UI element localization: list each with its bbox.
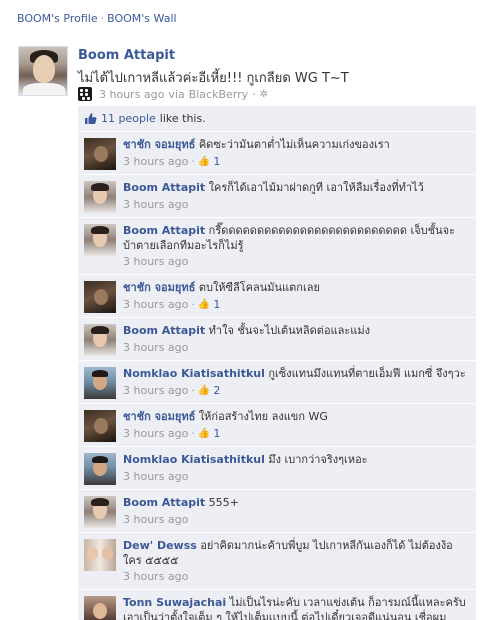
commenter-avatar[interactable] [84,496,116,528]
post-author-name[interactable]: Boom Attapit [78,48,175,63]
comment-timestamp[interactable]: 3 hours ago [123,513,188,526]
comment-meta: 3 hours ago [123,470,188,483]
commenter-name[interactable]: Boom Attapit [123,224,205,237]
comment-text: 555+ [208,496,239,509]
commenter-avatar[interactable] [84,181,116,213]
comment-meta: 3 hours ago · 👍 1 [123,155,221,168]
gear-icon[interactable]: ✲ [260,89,268,100]
comment-item: Nomklao Kiatisathitkul มึง เบากว่าจริงๆเ… [78,447,476,490]
thumbs-up-icon [84,112,97,125]
comment-item: ชาชัก จอมยุทธ์ คิดซะว่ามันตาต่ำไม่เห็นคว… [78,132,476,175]
comment-timestamp[interactable]: 3 hours ago [123,198,188,211]
comment-text: ใครก็ได้เอาไม้มาฝาดกูที เอาให้ลืมเรื่องท… [208,181,424,194]
post-author-avatar[interactable] [18,46,68,96]
commenter-avatar[interactable] [84,324,116,356]
commenter-name[interactable]: ชาชัก จอมยุทธ์ [123,281,195,294]
comment-meta: 3 hours ago [123,570,188,583]
thumbs-up-icon: 👍 [197,428,211,439]
comment-meta: 3 hours ago [123,255,188,268]
comment-item: Boom Attapit 555+ 3 hours ago [78,490,476,533]
commenter-name[interactable]: Nomklao Kiatisathitkul [123,453,265,466]
comment-timestamp[interactable]: 3 hours ago [123,570,188,583]
comment-timestamp[interactable]: 3 hours ago [123,298,188,311]
comment-text: มึง เบากว่าจริงๆเหอะ [268,453,368,466]
thumbs-up-icon: 👍 [197,385,211,396]
comment-text: คิดซะว่ามันตาต่ำไม่เห็นความเก่งของเรา [198,138,390,151]
comment-text: ตบให้ซีลีโคลนมันแตกเลย [198,281,320,294]
comment-item: Nomklao Kiatisathitkul กูเซ็งแทนมึงแทนที… [78,361,476,404]
comment-text: ทำใจ ชั้นจะไปเต้นหลิดต่อและแม่ง [208,324,371,337]
comment-text: กูเซ็งแทนมึงแทนที่ตายเอ็มฟี แมกซี่ จึงๆว… [268,367,466,380]
post-via-label: via [168,87,185,101]
like-count-link[interactable]: 11 people [101,112,156,125]
breadcrumb: BOOM's Profile · BOOM's Wall [17,12,177,25]
post-timestamp[interactable]: 3 hours ago [99,88,164,101]
comment-meta: 3 hours ago · 👍 1 [123,427,221,440]
post-via-app-link[interactable]: BlackBerry [189,88,248,101]
comment-text: ให้ก่อสร้างไทย ลงแขก WG [198,410,328,423]
feedback-area: 11 people like this. ชาชัก จอมยุทธ์ คิดซ… [78,106,476,620]
comment-timestamp[interactable]: 3 hours ago [123,341,188,354]
comment-item: Boom Attapit ใครก็ได้เอาไม้มาฝาดกูที เอา… [78,175,476,218]
comment-meta: 3 hours ago [123,198,188,211]
blackberry-icon [78,87,92,101]
comment-item: ชาชัก จอมยุทธ์ ตบให้ซีลีโคลนมันแตกเลย 3 … [78,275,476,318]
post-meta: 3 hours ago via BlackBerry · ✲ [78,87,268,101]
comment-timestamp[interactable]: 3 hours ago [123,155,188,168]
commenter-name[interactable]: Dew' Dewss [123,539,197,552]
post-text: ไม่ได้ไปเกาหลีแล้วค่ะอีเหี้ย!!! กูเกลียด… [78,71,349,86]
like-summary: 11 people like this. [78,106,476,132]
commenter-avatar[interactable] [84,453,116,485]
breadcrumb-separator: · [100,12,105,25]
like-suffix: like this. [159,112,206,125]
comment-timestamp[interactable]: 3 hours ago [123,427,188,440]
breadcrumb-profile-link[interactable]: BOOM's Profile [17,12,98,25]
breadcrumb-wall-link[interactable]: BOOM's Wall [107,12,176,25]
thumbs-up-icon: 👍 [197,299,211,310]
commenter-avatar[interactable] [84,410,116,442]
commenter-name[interactable]: Boom Attapit [123,496,205,509]
commenter-name[interactable]: Boom Attapit [123,324,205,337]
commenter-name[interactable]: ชาชัก จอมยุทธ์ [123,138,195,151]
commenter-name[interactable]: Tonn Suwajachai [123,596,226,609]
comment-like-count[interactable]: 1 [213,427,220,440]
comment-timestamp[interactable]: 3 hours ago [123,470,188,483]
commenter-avatar[interactable] [84,367,116,399]
commenter-name[interactable]: Nomklao Kiatisathitkul [123,367,265,380]
comment-item: Boom Attapit ทำใจ ชั้นจะไปเต้นหลิดต่อและ… [78,318,476,361]
comment-meta: 3 hours ago · 👍 1 [123,298,221,311]
commenter-name[interactable]: ชาชัก จอมยุทธ์ [123,410,195,423]
comment-timestamp[interactable]: 3 hours ago [123,384,188,397]
commenter-name[interactable]: Boom Attapit [123,181,205,194]
comment-meta: 3 hours ago · 👍 2 [123,384,221,397]
commenter-avatar[interactable] [84,281,116,313]
comment-meta: 3 hours ago [123,341,188,354]
comment-like-count[interactable]: 1 [213,155,220,168]
commenter-avatar[interactable] [84,224,116,256]
comment-item: ชาชัก จอมยุทธ์ ให้ก่อสร้างไทย ลงแขก WG 3… [78,404,476,447]
comment-item: Dew' Dewss อย่าคิดมากน่ะค้าบพี่บูม ไปเกา… [78,533,476,590]
commenter-avatar[interactable] [84,138,116,170]
comment-timestamp[interactable]: 3 hours ago [123,255,188,268]
comment-meta: 3 hours ago [123,513,188,526]
comment-like-count[interactable]: 2 [213,384,220,397]
comment-item: Tonn Suwajachai ไม่เป็นไรน่ะคับ เวลาแข่ง… [78,590,476,620]
comment-item: Boom Attapit กรี๊ดดดดดดดดดดดดดดดดดดดดดดด… [78,218,476,275]
commenter-avatar[interactable] [84,596,116,620]
commenter-avatar[interactable] [84,539,116,571]
comment-like-count[interactable]: 1 [213,298,220,311]
post-meta-separator: · [252,87,256,101]
thumbs-up-icon: 👍 [197,156,211,167]
